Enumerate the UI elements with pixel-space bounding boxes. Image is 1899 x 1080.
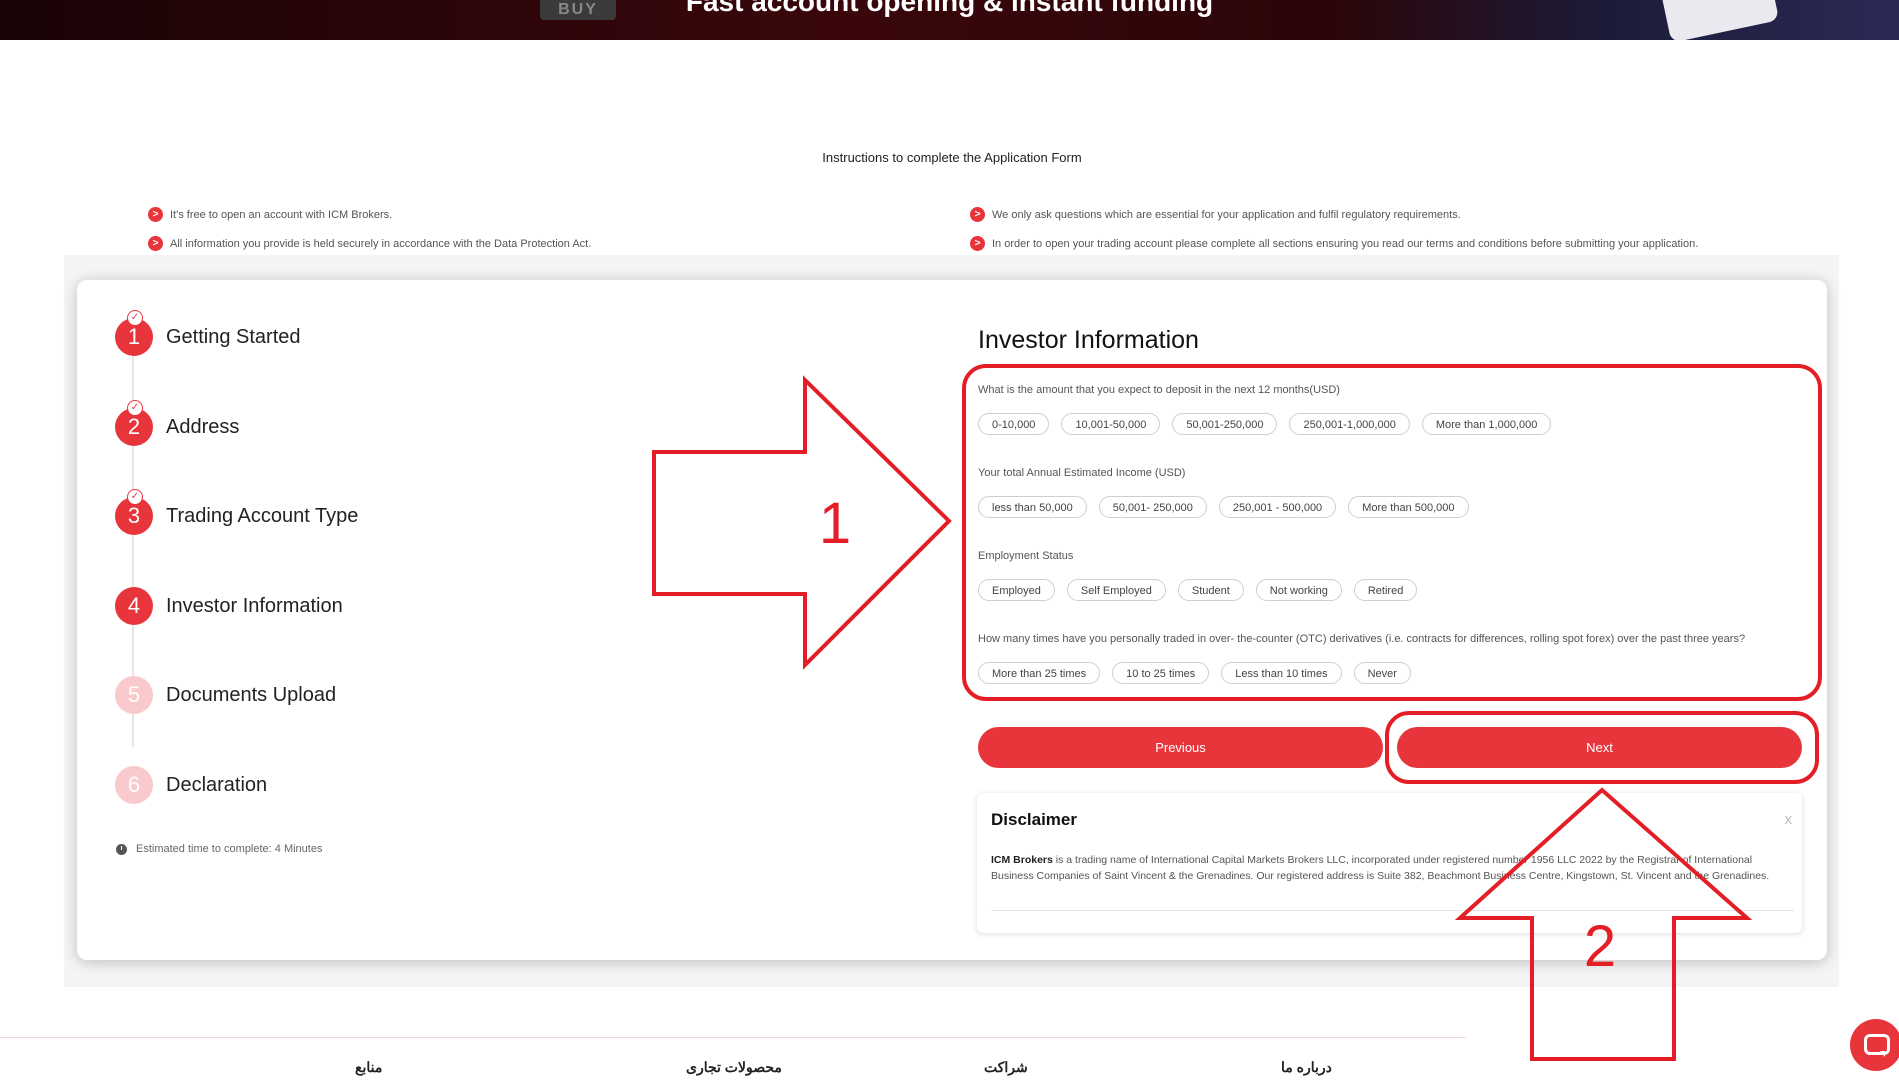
annotation-overlay: 1 2 [652, 364, 1822, 1061]
highlight-box-next [1385, 711, 1819, 784]
highlight-box-questions [962, 364, 1822, 701]
annotation-label-2: 2 [1584, 914, 1616, 979]
annotation-label-1: 1 [819, 491, 851, 556]
arrow-right-annotation [652, 375, 952, 670]
